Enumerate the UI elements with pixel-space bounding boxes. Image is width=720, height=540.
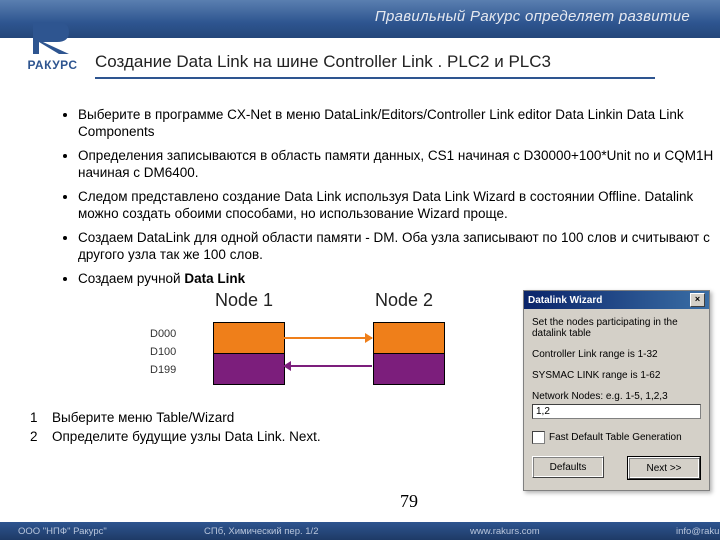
dialog-body: Set the nodes participating in the datal…: [524, 309, 709, 490]
bullet-item: Определения записываются в область памят…: [78, 147, 718, 182]
logo-icon: [25, 18, 80, 56]
step-item: 2Определите будущие узлы Data Link. Next…: [30, 429, 321, 444]
checkbox-label: Fast Default Table Generation: [549, 432, 682, 443]
arrow-left-icon: [284, 365, 372, 367]
address-labels: D000 D100 D199: [150, 325, 176, 379]
logo-text: РАКУРС: [10, 58, 95, 72]
page-number: 79: [400, 491, 418, 512]
datalink-diagram: Node 1 Node 2 D000 D100 D199: [140, 290, 520, 420]
node2-label: Node 2: [375, 290, 433, 311]
logo: РАКУРС: [10, 18, 95, 72]
datalink-wizard-dialog: Datalink Wizard × Set the nodes particip…: [523, 290, 710, 491]
dialog-instruction: Set the nodes participating in the datal…: [532, 317, 701, 339]
bullet-item: Следом представлено создание Data Link и…: [78, 188, 718, 223]
bullet-item: Создаем DataLink для одной области памят…: [78, 229, 718, 264]
bullet-item: Выберите в программе CX-Net в меню DataL…: [78, 106, 718, 141]
close-icon[interactable]: ×: [690, 293, 705, 307]
footer: ООО "НПФ" Ракурс" СПб, Химический пер. 1…: [0, 522, 720, 540]
dialog-titlebar[interactable]: Datalink Wizard ×: [524, 291, 709, 309]
banner-slogan: Правильный Ракурс определяет развитие: [375, 8, 690, 25]
addr-d100: D100: [150, 343, 176, 361]
footer-org: ООО "НПФ" Ракурс": [0, 526, 186, 537]
dialog-range-cl: Controller Link range is 1-32: [532, 349, 701, 360]
nodes-input-wrap: [532, 404, 701, 419]
footer-mail: info@rakurs.: [658, 526, 720, 537]
defaults-button[interactable]: Defaults: [532, 456, 604, 478]
addr-d000: D000: [150, 325, 176, 343]
bullet-item: Создаем ручной Data Link: [78, 270, 718, 288]
checkbox-icon[interactable]: [532, 431, 545, 444]
steps-list: 1Выберите меню Table/Wizard 2Определите …: [30, 410, 321, 448]
title-underline: [95, 77, 655, 79]
bullet-list: Выберите в программе CX-Net в меню DataL…: [38, 106, 718, 294]
step-item: 1Выберите меню Table/Wizard: [30, 410, 321, 425]
footer-address: СПб, Химический пер. 1/2: [186, 526, 452, 537]
dialog-range-sysmac: SYSMAC LINK range is 1-62: [532, 370, 701, 381]
next-button[interactable]: Next >>: [628, 457, 700, 479]
footer-site: www.rakurs.com: [452, 526, 658, 537]
node2-read-block: [373, 322, 445, 354]
dialog-title-text: Datalink Wizard: [528, 295, 602, 306]
node1-label: Node 1: [215, 290, 273, 311]
node1-write-block: [213, 322, 285, 354]
top-banner: Правильный Ракурс определяет развитие: [0, 0, 720, 38]
node2-write-block: [373, 353, 445, 385]
addr-d199: D199: [150, 361, 176, 379]
node1-read-block: [213, 353, 285, 385]
nodes-label: Network Nodes: e.g. 1-5, 1,2,3: [532, 391, 701, 402]
arrow-right-icon: [284, 337, 372, 339]
network-nodes-input[interactable]: [532, 404, 701, 419]
fast-default-checkbox[interactable]: Fast Default Table Generation: [532, 431, 701, 444]
page-title: Создание Data Link на шине Controller Li…: [95, 52, 551, 72]
